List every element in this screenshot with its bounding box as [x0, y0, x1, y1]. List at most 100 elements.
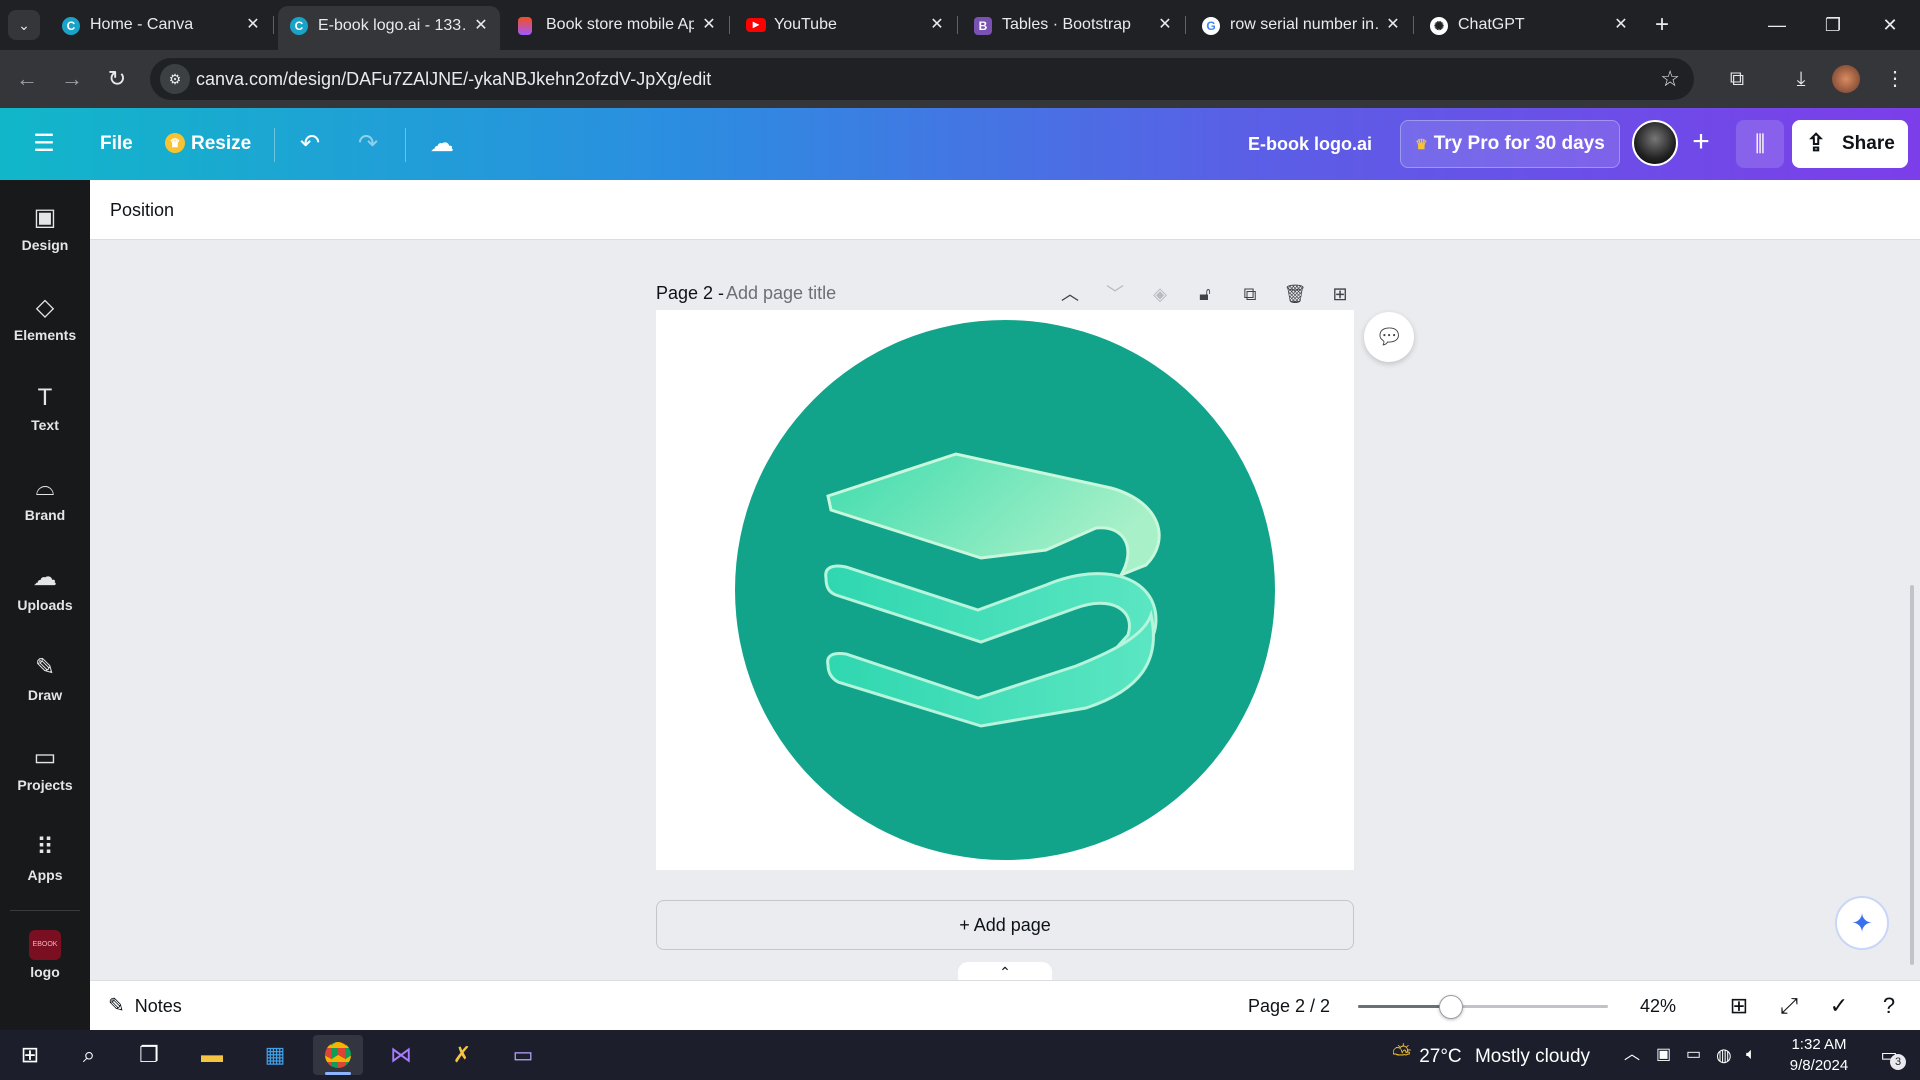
- share-button[interactable]: ⇪ Share: [1792, 120, 1908, 168]
- notification-icon[interactable]: ▭ 3: [1872, 1040, 1906, 1070]
- file-explorer-icon[interactable]: ▬: [187, 1035, 237, 1075]
- tab-ebook-logo[interactable]: C E-book logo.ai - 133… ✕: [278, 6, 500, 50]
- page-up-icon[interactable]: ︿: [1056, 280, 1084, 308]
- vertical-scrollbar[interactable]: [1910, 585, 1914, 965]
- globe-icon[interactable]: ◍: [1716, 1030, 1732, 1080]
- close-icon[interactable]: ✕: [244, 8, 262, 42]
- resize-button[interactable]: ♛ Resize: [165, 122, 251, 166]
- task-view-icon[interactable]: ❐: [124, 1035, 174, 1075]
- search-icon[interactable]: ⌕: [64, 1035, 114, 1075]
- windows-start-icon[interactable]: ⊞: [5, 1035, 55, 1075]
- back-icon[interactable]: ←: [12, 64, 42, 94]
- add-page-icon[interactable]: ⊞: [1326, 280, 1354, 308]
- redo-icon[interactable]: ↷: [346, 122, 390, 166]
- magic-assistant-icon[interactable]: ✦: [1835, 896, 1889, 950]
- address-bar: ← → ↻ ⚙ canva.com/design/DAFu7ZAlJNE/-yk…: [0, 50, 1920, 108]
- notes-button[interactable]: ✎ Notes: [108, 981, 182, 1031]
- sidebar-item-projects[interactable]: ▭ Projects: [0, 735, 90, 815]
- file-menu-button[interactable]: File: [100, 122, 133, 166]
- hide-page-icon[interactable]: ◈: [1146, 280, 1174, 308]
- tab-search-button[interactable]: ⌄: [8, 10, 40, 40]
- zoom-slider[interactable]: [1358, 995, 1608, 1019]
- duplicate-page-icon[interactable]: ⧉: [1236, 280, 1264, 308]
- close-icon[interactable]: ✕: [1156, 8, 1174, 42]
- grid-view-icon[interactable]: ⊞: [1724, 991, 1754, 1021]
- weather-widget[interactable]: ⛅︎ 27°C Mostly cloudy: [1392, 1030, 1590, 1080]
- close-icon[interactable]: ✕: [472, 6, 490, 46]
- tab-bootstrap[interactable]: B Tables · Bootstrap ✕: [962, 8, 1186, 42]
- show-pages-chevron-icon[interactable]: ⌃: [958, 962, 1052, 982]
- document-title[interactable]: E-book logo.ai: [1248, 122, 1372, 166]
- check-icon[interactable]: ✓: [1824, 991, 1854, 1021]
- window-close-icon[interactable]: ✕: [1870, 10, 1910, 40]
- visual-studio-icon[interactable]: ⋈: [376, 1035, 426, 1075]
- tab-chatgpt[interactable]: ✺ ChatGPT ✕: [1418, 8, 1640, 42]
- volume-icon[interactable]: 🔈︎: [1746, 1030, 1756, 1080]
- tab-home-canva[interactable]: C Home - Canva ✕: [50, 8, 274, 42]
- new-tab-button[interactable]: +: [1647, 10, 1677, 40]
- minimize-icon[interactable]: —: [1757, 10, 1797, 40]
- close-icon[interactable]: ✕: [1384, 8, 1402, 42]
- menu-icon[interactable]: ☰: [22, 122, 66, 166]
- close-icon[interactable]: ✕: [700, 8, 718, 42]
- battery-icon[interactable]: ▭: [1686, 1030, 1701, 1080]
- sidebar-item-apps[interactable]: ⠿ Apps: [0, 825, 90, 905]
- sidebar-item-design[interactable]: ▣ Design: [0, 195, 90, 275]
- delete-page-icon[interactable]: 🗑︎: [1281, 280, 1309, 308]
- sidebar-item-label: Projects: [17, 777, 73, 793]
- cloud-saved-icon[interactable]: ☁: [420, 122, 464, 166]
- profile-avatar[interactable]: [1832, 65, 1860, 93]
- zoom-slider-handle[interactable]: [1438, 995, 1463, 1019]
- sidebar-item-uploads[interactable]: ☁ Uploads: [0, 555, 90, 635]
- design-page[interactable]: [656, 310, 1354, 870]
- sidebar-item-draw[interactable]: ✎ Draw: [0, 645, 90, 725]
- sidebar-item-label: Draw: [27, 687, 63, 703]
- lock-icon[interactable]: 🔓︎: [1191, 280, 1219, 308]
- try-pro-button[interactable]: ♛ Try Pro for 30 days: [1400, 120, 1620, 168]
- extensions-icon[interactable]: ⧉: [1722, 64, 1752, 94]
- apps-icon: ⠿: [36, 834, 54, 861]
- download-icon[interactable]: ⤓: [1786, 64, 1816, 94]
- page-down-icon[interactable]: ﹀: [1101, 280, 1129, 308]
- tab-google-search[interactable]: G row serial number in… ✕: [1190, 8, 1414, 42]
- forward-icon[interactable]: →: [57, 64, 87, 94]
- user-avatar[interactable]: [1632, 120, 1678, 166]
- page-indicator[interactable]: Page 2 / 2: [1248, 981, 1330, 1031]
- add-collaborator-icon[interactable]: +: [1678, 120, 1724, 166]
- reload-icon[interactable]: ↻: [102, 64, 132, 94]
- system-clock[interactable]: 1:32 AM 9/8/2024: [1774, 1034, 1864, 1076]
- browser-menu-icon[interactable]: ⋮: [1880, 64, 1910, 94]
- site-info-icon[interactable]: ⚙: [160, 64, 190, 94]
- zoom-level[interactable]: 42%: [1640, 981, 1676, 1031]
- canva-header: ☰ File ♛ Resize ↶ ↷ ☁ E-book logo.ai ♛ Try…: [0, 108, 1920, 180]
- fullscreen-icon[interactable]: ⤢: [1774, 991, 1804, 1021]
- undo-icon[interactable]: ↶: [288, 122, 332, 166]
- bookmark-star-icon[interactable]: ☆: [1660, 58, 1680, 100]
- app-icon[interactable]: ✗: [437, 1035, 487, 1075]
- sidebar-item-elements[interactable]: ◇ Elements: [0, 285, 90, 365]
- sidebar-item-label: Uploads: [17, 597, 73, 613]
- url-text[interactable]: canva.com/design/DAFu7ZAlJNE/-ykaNBJkehn…: [196, 58, 711, 100]
- restore-icon[interactable]: ❐: [1813, 10, 1853, 40]
- ebook-logo-graphic[interactable]: [656, 310, 1354, 870]
- close-icon[interactable]: ✕: [928, 8, 946, 42]
- page-title: Page 2 -: [656, 283, 725, 303]
- chrome-icon[interactable]: [313, 1035, 363, 1075]
- position-button[interactable]: Position: [110, 180, 174, 240]
- url-bar[interactable]: ⚙ canva.com/design/DAFu7ZAlJNE/-ykaNBJke…: [150, 58, 1694, 100]
- add-page-button[interactable]: + Add page: [656, 900, 1354, 950]
- camera-icon[interactable]: ▣: [1656, 1030, 1671, 1080]
- help-icon[interactable]: ?: [1874, 991, 1904, 1021]
- sidebar-item-text[interactable]: T Text: [0, 375, 90, 455]
- tab-book-store[interactable]: Book store mobile Ap… ✕: [506, 8, 730, 42]
- insights-icon[interactable]: ⫼: [1736, 120, 1784, 168]
- chevron-up-icon[interactable]: ︿: [1624, 1030, 1640, 1080]
- sidebar-item-brand[interactable]: ⌓ Brand: [0, 465, 90, 545]
- microsoft-store-icon[interactable]: ▦: [250, 1035, 300, 1075]
- tab-youtube[interactable]: ▶ YouTube ✕: [734, 8, 958, 42]
- terminal-icon[interactable]: ▭: [498, 1035, 548, 1075]
- close-icon[interactable]: ✕: [1612, 8, 1630, 42]
- sidebar-item-logo[interactable]: EBOOK logo: [0, 922, 90, 1002]
- add-comment-icon[interactable]: 💬︎: [1364, 312, 1414, 362]
- page-title-input[interactable]: Add page title: [726, 278, 836, 308]
